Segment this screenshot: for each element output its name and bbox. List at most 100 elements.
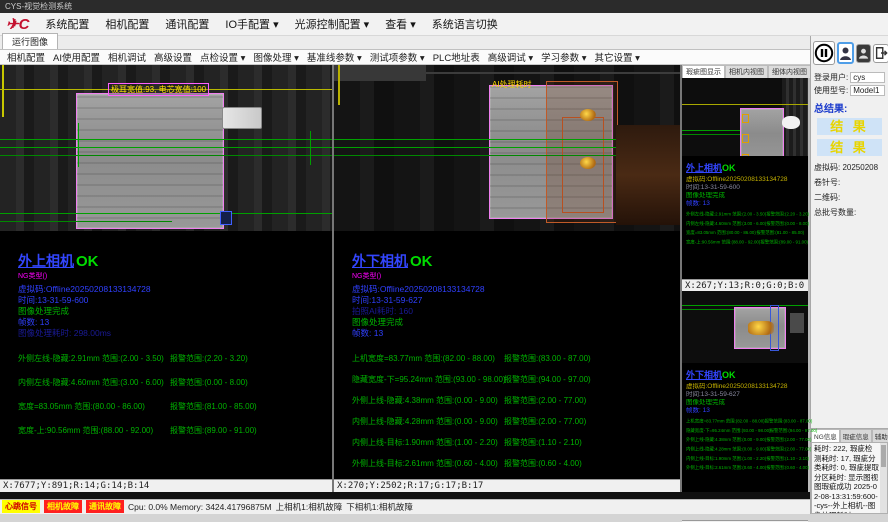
account-settings-button[interactable] <box>856 44 871 63</box>
pixel-statusbar-upper: X:7677;Y:891;R:14;G:14;B:14 <box>0 479 332 492</box>
menu-view[interactable]: 查看 ▾ <box>377 14 424 34</box>
virtual-code-line: 虚拟码:Offline20250208133134728 <box>18 284 332 295</box>
tool-test-params[interactable]: 测试项参数 ▾ <box>366 50 429 64</box>
tool-camera-debug[interactable]: 相机调试 <box>104 50 150 64</box>
toolbar: 相机配置 AI使用配置 相机调试 高级设置 点检设置 ▾ 图像处理 ▾ 基准线参… <box>0 50 810 65</box>
preview-panel-bottom: 外下相机OK 虚拟码:Offline20250208133134728 时间:1… <box>682 291 808 522</box>
tool-image-processing[interactable]: 图像处理 ▾ <box>249 50 302 64</box>
measurement-row: 内侧上线-目标:1.90mm 范围:(1.00 - 2.20) 报警范围:(1.… <box>352 437 680 448</box>
status-bar: 心跳信号 相机故障 通讯故障 Cpu: 0.0% Memory: 3424.41… <box>0 499 810 514</box>
measurement-row: 宽度=83.05mm 范围:(80.00 - 86.00) 报警范围:(81.0… <box>18 401 332 412</box>
tool-learning-params[interactable]: 学习参数 ▾ <box>537 50 590 64</box>
lower-camera-status: 下相机1:相机故障 <box>346 501 413 513</box>
tool-spot-check[interactable]: 点检设置 ▾ <box>196 50 249 64</box>
window-title: CYS-视觉检测系统 <box>5 1 72 12</box>
log-scroll-thumb[interactable] <box>881 445 886 467</box>
measurement-row: 内侧左线-隐藏:4.60mm 范围:(3.00 - 6.00) 报警范围:(0.… <box>18 377 332 388</box>
exit-button[interactable] <box>873 44 888 63</box>
menu-camera-config[interactable]: 相机配置 <box>97 14 157 34</box>
menu-light-config[interactable]: 光源控制配置 ▾ <box>287 14 378 34</box>
preview-tab-defect[interactable]: 瑕疵图显示 <box>682 65 725 78</box>
log-tab-defect[interactable]: 瑕疵信息 <box>840 429 872 442</box>
pixel-statusbar-preview-top: X:267;Y:13;R:0;G:0;B:0 <box>682 279 808 291</box>
result-ok-badge: OK <box>410 253 433 270</box>
process-done-line: 图像处理完成 <box>18 306 332 317</box>
pause-button[interactable] <box>813 41 835 65</box>
frame-count-line: 帧数: 13 <box>352 328 680 339</box>
camera-title: 外下相机 <box>352 253 408 269</box>
model-field[interactable]: Model1 <box>850 85 885 96</box>
log-body: 耗时: 222, 瑕疵检测耗时: 17, 瑕疵分类耗时: 0, 瑕疵提取分区耗时… <box>811 442 888 514</box>
user-dark-icon <box>857 47 870 60</box>
tool-other-settings[interactable]: 其它设置 ▾ <box>591 50 644 64</box>
preview-tab-camera-view[interactable]: 相机内视图 <box>725 65 768 78</box>
measurement-row: 外侧上线-隐藏:4.38mm 范围:(0.00 - 9.00) 报警范围:(2.… <box>352 395 680 406</box>
cpu-memory-text: Cpu: 0.0% Memory: 3424.41796875M <box>128 502 272 512</box>
pixel-statusbar-lower: X:270;Y:2502;R:17;G:17;B:17 <box>334 479 680 492</box>
camera-result-upper: 外上相机OK NG类型() 虚拟码:Offline202502081331347… <box>0 251 332 449</box>
total-result-label: 总结果: <box>811 97 888 116</box>
preview-tabs: 瑕疵图显示 相机内视图 细体内视图 <box>682 65 808 78</box>
measurement-row: 外侧上线-目标:2.61mm 范围:(0.60 - 4.00) 报警范围:(0.… <box>352 458 680 469</box>
preview-image-bottom[interactable] <box>682 291 808 363</box>
login-user-label: 登录用户: <box>814 72 848 83</box>
tool-advanced-debug[interactable]: 高级调试 ▾ <box>484 50 537 64</box>
virtual-code-value: 虚拟码: 20250208 <box>811 158 888 173</box>
preview-image-top[interactable] <box>682 78 808 156</box>
tab-run-image[interactable]: 运行图像 <box>2 33 58 49</box>
weld-spot <box>580 109 596 121</box>
camera-image-lower[interactable]: AI处理耗时 <box>334 65 680 231</box>
ng-type-line: NG类型() <box>352 271 680 281</box>
log-tab-aux[interactable]: 辅助信息 <box>872 429 888 442</box>
log-scrollbar[interactable] <box>880 443 887 513</box>
preview-tab-inner-view[interactable]: 细体内视图 <box>768 65 811 78</box>
menu-comm-config[interactable]: 通讯配置 <box>157 14 217 34</box>
batch-count-label: 总批号数量: <box>811 203 888 218</box>
user-button[interactable] <box>837 42 854 64</box>
tool-advanced-settings[interactable]: 高级设置 <box>150 50 196 64</box>
tab-strip: 运行图像 <box>0 36 810 50</box>
weld-spot <box>580 157 596 169</box>
result-box-lower: 结 果 <box>817 139 882 156</box>
fixture-region <box>616 125 680 225</box>
gripper-blob <box>782 116 800 129</box>
tool-baseline-params[interactable]: 基准线参数 ▾ <box>303 50 366 64</box>
measurement-row: 内侧上线-隐藏:4.28mm 范围:(0.00 - 9.00) 报警范围:(2.… <box>352 416 680 427</box>
camera-panels: 极耳宽值:93, 电芯宽值:100 外上相机OK NG类型() 虚拟码:Offl… <box>0 65 810 492</box>
qr-code-label: 二维码: <box>811 188 888 203</box>
result-ok-badge: OK <box>76 253 99 270</box>
camera-image-upper[interactable]: 极耳宽值:93, 电芯宽值:100 <box>0 65 332 231</box>
menu-bar: ✈C 系统配置 相机配置 通讯配置 IO手配置 ▾ 光源控制配置 ▾ 查看 ▾ … <box>0 13 888 36</box>
measurement-row: 宽度-上:90.56mm 范围:(88.00 - 92.00) 报警范围:(89… <box>18 425 332 436</box>
pause-icon <box>814 43 834 63</box>
camera-panel-upper: 极耳宽值:93, 电芯宽值:100 外上相机OK NG类型() 虚拟码:Offl… <box>0 65 332 492</box>
menu-io-config[interactable]: IO手配置 ▾ <box>217 14 286 34</box>
user-icon <box>839 46 852 61</box>
menu-system-config[interactable]: 系统配置 <box>37 14 97 34</box>
control-panel: 登录用户: cys 使用型号: Model1 总结果: 结 果 结 果 虚拟码:… <box>810 36 888 514</box>
virtual-code-line: 虚拟码:Offline20250208133134728 <box>352 284 680 295</box>
exit-door-icon <box>874 46 888 60</box>
app-logo-icon: ✈C <box>6 17 29 32</box>
measurement-row: 隐藏宽度-下=95.24mm 范围:(93.00 - 98.00) 报警范围:(… <box>352 374 680 385</box>
spool-number-label: 卷针号: <box>811 173 888 188</box>
tool-ai-config[interactable]: AI使用配置 <box>49 50 104 64</box>
title-bar: CYS-视觉检测系统 <box>0 0 888 13</box>
process-done-line: 图像处理完成 <box>352 317 680 328</box>
overlay-measure-text: 极耳宽值:93, 电芯宽值:100 <box>108 83 209 96</box>
connector-tab <box>222 107 262 129</box>
camera-panel-lower: AI处理耗时 外下相机OK NG类型() 虚拟码:Offline20250208… <box>334 65 680 492</box>
preview-panel-top: 外上相机OK 虚拟码:Offline20250208133134728 时间:1… <box>682 78 808 291</box>
bottom-dark-strip <box>0 492 810 499</box>
preview-column: 瑕疵图显示 相机内视图 细体内视图 <box>682 65 808 492</box>
menu-language-switch[interactable]: 系统语言切换 <box>424 14 506 34</box>
preview-text-top: 外上相机OK 虚拟码:Offline20250208133134728 时间:1… <box>682 156 808 279</box>
log-text: 耗时: 222, 瑕疵检测耗时: 17, 瑕疵分类耗时: 0, 瑕疵提取分区耗时… <box>814 444 879 514</box>
frame-count-line: 帧数: 13 <box>18 317 332 328</box>
model-label: 使用型号: <box>814 85 848 96</box>
tool-plc-address[interactable]: PLC地址表 <box>429 50 484 64</box>
tool-camera-config[interactable]: 相机配置 <box>3 50 49 64</box>
log-tabs: NG信息 瑕疵信息 辅助信息 <box>811 429 888 442</box>
login-user-field[interactable]: cys <box>850 72 885 83</box>
ng-type-line: NG类型() <box>18 271 332 281</box>
